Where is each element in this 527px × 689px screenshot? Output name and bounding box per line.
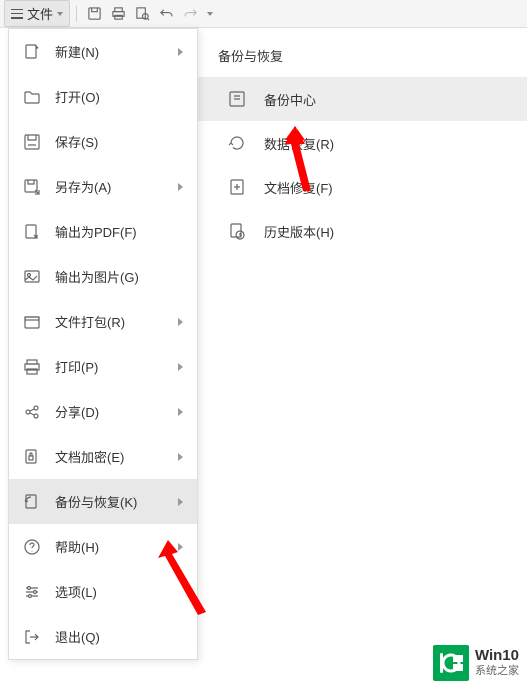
file-label: 文件	[27, 4, 53, 23]
toolbar: 文件	[0, 0, 527, 28]
chevron-right-icon	[178, 183, 183, 191]
menu-save[interactable]: 保存(S)	[9, 119, 197, 164]
submenu-history[interactable]: 历史版本(H)	[198, 209, 527, 253]
package-icon	[23, 313, 41, 331]
chevron-right-icon	[178, 408, 183, 416]
content-area: 备份与恢复 备份中心 数据恢复(R) 文档修复(F) 历史版本(H)	[0, 28, 527, 689]
chevron-down-icon	[57, 12, 63, 16]
menu-label: 备份与恢复(K)	[55, 492, 178, 511]
folder-open-icon	[23, 88, 41, 106]
file-menu: 新建(N) 打开(O) 保存(S) 另存为(A) 输出为PDF(F) 输出为图片…	[8, 28, 198, 660]
preview-icon[interactable]	[131, 3, 153, 25]
save-as-icon	[23, 178, 41, 196]
watermark-subtitle: 系统之家	[475, 665, 519, 678]
options-icon	[23, 583, 41, 601]
menu-label: 文档加密(E)	[55, 447, 178, 466]
menu-label: 打开(O)	[55, 87, 183, 106]
backup-icon	[23, 493, 41, 511]
submenu-label: 数据恢复(R)	[264, 134, 334, 153]
menu-encrypt[interactable]: 文档加密(E)	[9, 434, 197, 479]
backup-center-icon	[228, 90, 246, 108]
redo-icon[interactable]	[179, 3, 201, 25]
chevron-right-icon	[178, 498, 183, 506]
chevron-right-icon	[178, 453, 183, 461]
chevron-down-icon[interactable]	[207, 12, 213, 16]
menu-label: 另存为(A)	[55, 177, 178, 196]
help-icon	[23, 538, 41, 556]
menu-save-as[interactable]: 另存为(A)	[9, 164, 197, 209]
menu-help[interactable]: 帮助(H)	[9, 524, 197, 569]
watermark-title: Win10	[475, 647, 519, 665]
menu-backup-restore[interactable]: 备份与恢复(K)	[9, 479, 197, 524]
submenu-panel: 备份与恢复 备份中心 数据恢复(R) 文档修复(F) 历史版本(H)	[198, 28, 527, 689]
chevron-right-icon	[178, 318, 183, 326]
menu-export-pdf[interactable]: 输出为PDF(F)	[9, 209, 197, 254]
hamburger-icon	[11, 9, 23, 19]
submenu-data-recovery[interactable]: 数据恢复(R)	[198, 121, 527, 165]
submenu-label: 文档修复(F)	[264, 178, 333, 197]
data-recovery-icon	[228, 134, 246, 152]
menu-label: 输出为图片(G)	[55, 267, 183, 286]
menu-label: 打印(P)	[55, 357, 178, 376]
undo-icon[interactable]	[155, 3, 177, 25]
menu-exit[interactable]: 退出(Q)	[9, 614, 197, 659]
submenu-label: 备份中心	[264, 90, 316, 109]
share-icon	[23, 403, 41, 421]
menu-label: 输出为PDF(F)	[55, 222, 183, 241]
watermark: Win10 系统之家	[433, 645, 519, 681]
menu-open[interactable]: 打开(O)	[9, 74, 197, 119]
print-icon	[23, 358, 41, 376]
image-icon	[23, 268, 41, 286]
submenu-doc-repair[interactable]: 文档修复(F)	[198, 165, 527, 209]
exit-icon	[23, 628, 41, 646]
chevron-right-icon	[178, 543, 183, 551]
menu-label: 保存(S)	[55, 132, 183, 151]
menu-label: 选项(L)	[55, 582, 183, 601]
file-menu-button[interactable]: 文件	[4, 0, 70, 27]
save-icon	[23, 133, 41, 151]
menu-share[interactable]: 分享(D)	[9, 389, 197, 434]
save-icon[interactable]	[83, 3, 105, 25]
chevron-right-icon	[178, 48, 183, 56]
chevron-right-icon	[178, 363, 183, 371]
pdf-icon	[23, 223, 41, 241]
lock-icon	[23, 448, 41, 466]
watermark-logo-icon	[433, 645, 469, 681]
menu-package[interactable]: 文件打包(R)	[9, 299, 197, 344]
new-file-icon	[23, 43, 41, 61]
menu-print[interactable]: 打印(P)	[9, 344, 197, 389]
menu-new[interactable]: 新建(N)	[9, 29, 197, 74]
menu-label: 文件打包(R)	[55, 312, 178, 331]
menu-label: 退出(Q)	[55, 627, 183, 646]
menu-export-image[interactable]: 输出为图片(G)	[9, 254, 197, 299]
menu-label: 新建(N)	[55, 42, 178, 61]
menu-options[interactable]: 选项(L)	[9, 569, 197, 614]
submenu-header: 备份与恢复	[198, 28, 527, 77]
doc-repair-icon	[228, 178, 246, 196]
menu-label: 分享(D)	[55, 402, 178, 421]
menu-label: 帮助(H)	[55, 537, 178, 556]
submenu-label: 历史版本(H)	[264, 222, 334, 241]
separator	[76, 6, 77, 22]
submenu-backup-center[interactable]: 备份中心	[198, 77, 527, 121]
history-icon	[228, 222, 246, 240]
print-icon[interactable]	[107, 3, 129, 25]
